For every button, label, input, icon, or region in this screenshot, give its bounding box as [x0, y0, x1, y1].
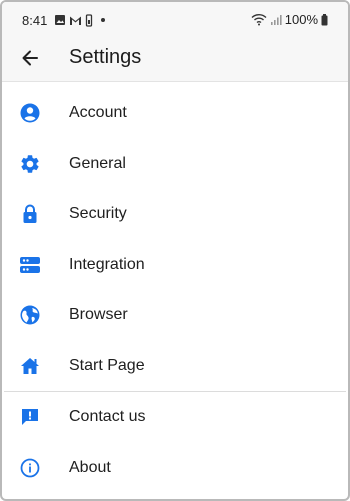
globe-icon: [19, 304, 41, 326]
status-system-icons: 100%: [251, 12, 328, 27]
menu-item-label: Integration: [69, 255, 145, 273]
wifi-icon: [251, 13, 267, 26]
account-icon: [19, 102, 41, 124]
gear-icon: [19, 153, 41, 175]
menu-item-label: About: [69, 458, 111, 476]
menu-item-label: Contact us: [69, 408, 146, 426]
back-button[interactable]: [16, 44, 44, 72]
battery-percent: 100%: [284, 12, 318, 27]
arrow-left-icon: [22, 50, 38, 66]
feedback-icon: [19, 406, 41, 428]
menu-item-contact-us[interactable]: Contact us: [2, 392, 348, 443]
gmail-icon: [70, 16, 81, 25]
status-time: 8:41: [22, 13, 48, 28]
menu-item-security[interactable]: Security: [2, 189, 348, 240]
signal-icon: [270, 14, 282, 25]
menu-item-general[interactable]: General: [2, 139, 348, 190]
info-icon: [19, 457, 41, 479]
status-notification-icons: [54, 13, 105, 27]
menu-item-browser[interactable]: Browser: [2, 290, 348, 341]
lock-icon: [19, 203, 41, 225]
home-icon: [19, 355, 41, 377]
menu-item-about[interactable]: About: [2, 443, 348, 494]
server-icon: [19, 254, 41, 276]
battery-icon: [321, 13, 328, 25]
menu-item-label: Account: [69, 104, 127, 122]
settings-list: Account General Security Integration Bro…: [2, 88, 348, 493]
menu-item-label: Start Page: [69, 356, 145, 374]
phone-frame: 8:41 100% Settings Account General Secur…: [0, 0, 350, 501]
menu-item-account[interactable]: Account: [2, 88, 348, 139]
menu-item-label: Security: [69, 205, 127, 223]
status-bar: 8:41 100%: [2, 2, 348, 36]
menu-item-integration[interactable]: Integration: [2, 240, 348, 291]
storage-icon: [85, 13, 93, 27]
menu-item-label: Browser: [69, 306, 128, 324]
dot-icon: [101, 18, 105, 22]
image-icon: [55, 15, 65, 25]
page-title: Settings: [69, 46, 142, 68]
menu-item-label: General: [69, 154, 126, 172]
menu-item-start-page[interactable]: Start Page: [2, 341, 348, 392]
app-bar: Settings: [2, 36, 348, 82]
